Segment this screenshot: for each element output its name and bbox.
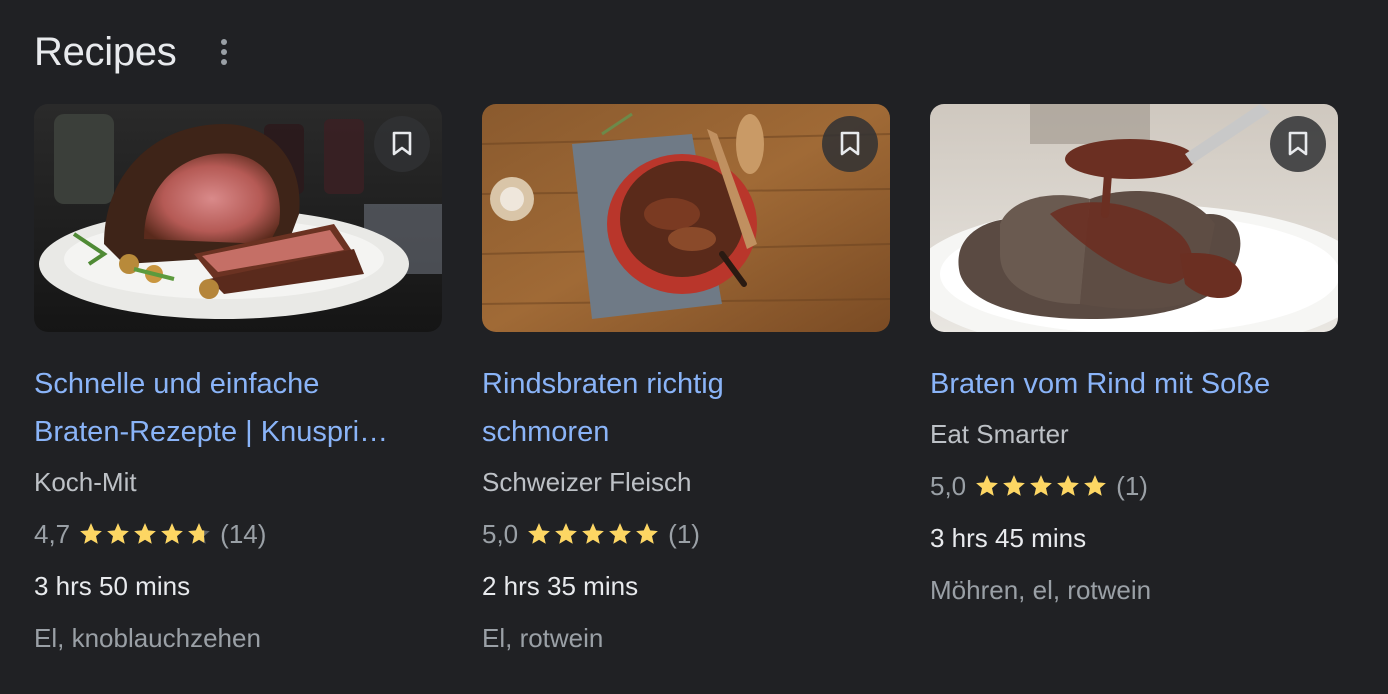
star-icon bbox=[1030, 475, 1052, 496]
recipe-title-line[interactable]: Schnelle und einfache bbox=[34, 360, 434, 408]
bookmark-icon[interactable] bbox=[374, 116, 430, 172]
recipe-title-link[interactable]: Rindsbraten richtig schmoren bbox=[482, 360, 882, 456]
star-icon bbox=[1057, 475, 1079, 496]
recipe-ingredients: El, knoblauchzehen bbox=[34, 623, 261, 653]
rating-value: 4,7 bbox=[34, 519, 71, 549]
star-icon bbox=[161, 523, 183, 544]
recipe-source: Koch-Mit bbox=[34, 467, 137, 497]
star-rating bbox=[526, 521, 660, 547]
recipe-image[interactable] bbox=[930, 104, 1338, 332]
rating-value: 5,0 bbox=[482, 519, 519, 549]
recipe-card[interactable]: Braten vom Rind mit Soße Eat Smarter 5,0… bbox=[930, 104, 1338, 616]
recipe-title-line[interactable]: schmoren bbox=[482, 408, 882, 456]
recipe-title-link[interactable]: Braten vom Rind mit Soße bbox=[930, 360, 1330, 408]
star-icon bbox=[609, 523, 631, 544]
recipe-ingredients: El, rotwein bbox=[482, 623, 604, 653]
star-icon bbox=[976, 475, 998, 496]
recipe-title-line[interactable]: Braten vom Rind mit Soße bbox=[930, 360, 1330, 408]
star-icon bbox=[582, 523, 604, 544]
section-title: Recipes bbox=[34, 30, 177, 74]
rating-count: (1) bbox=[668, 519, 700, 549]
recipe-image[interactable] bbox=[34, 104, 442, 332]
star-icon bbox=[528, 523, 550, 544]
recipe-rating: 4,7 (14) bbox=[34, 508, 442, 560]
recipe-duration: 2 hrs 35 mins bbox=[482, 571, 639, 601]
rating-value: 5,0 bbox=[930, 471, 967, 501]
bookmark-icon[interactable] bbox=[822, 116, 878, 172]
star-icon bbox=[555, 523, 577, 544]
recipe-image[interactable] bbox=[482, 104, 890, 332]
star-icon bbox=[134, 523, 156, 544]
recipe-duration: 3 hrs 45 mins bbox=[930, 523, 1087, 553]
star-icon bbox=[636, 523, 658, 544]
recipe-title-link[interactable]: Schnelle und einfache Braten-Rezepte | K… bbox=[34, 360, 434, 456]
recipe-ingredients: Möhren, el, rotwein bbox=[930, 575, 1152, 605]
recipe-card[interactable]: Schnelle und einfache Braten-Rezepte | K… bbox=[34, 104, 442, 664]
section-header: Recipes bbox=[34, 26, 236, 78]
star-icon bbox=[188, 523, 210, 544]
recipe-rating: 5,0 (1) bbox=[482, 508, 890, 560]
star-rating bbox=[78, 521, 212, 547]
star-icon bbox=[1003, 475, 1025, 496]
recipe-card[interactable]: Rindsbraten richtig schmoren Schweizer F… bbox=[482, 104, 890, 664]
recipe-source: Schweizer Fleisch bbox=[482, 467, 692, 497]
recipe-source: Eat Smarter bbox=[930, 419, 1069, 449]
bookmark-icon[interactable] bbox=[1270, 116, 1326, 172]
more-options-icon[interactable] bbox=[212, 32, 236, 72]
star-rating bbox=[974, 473, 1108, 499]
star-icon bbox=[80, 523, 102, 544]
recipe-title-line[interactable]: Rindsbraten richtig bbox=[482, 360, 882, 408]
star-icon bbox=[107, 523, 129, 544]
rating-count: (1) bbox=[1116, 471, 1148, 501]
recipe-title-line[interactable]: Braten-Rezepte | Knuspri… bbox=[34, 408, 434, 456]
rating-count: (14) bbox=[220, 519, 267, 549]
recipe-rating: 5,0 (1) bbox=[930, 460, 1338, 512]
star-icon bbox=[1084, 475, 1106, 496]
recipe-duration: 3 hrs 50 mins bbox=[34, 571, 191, 601]
